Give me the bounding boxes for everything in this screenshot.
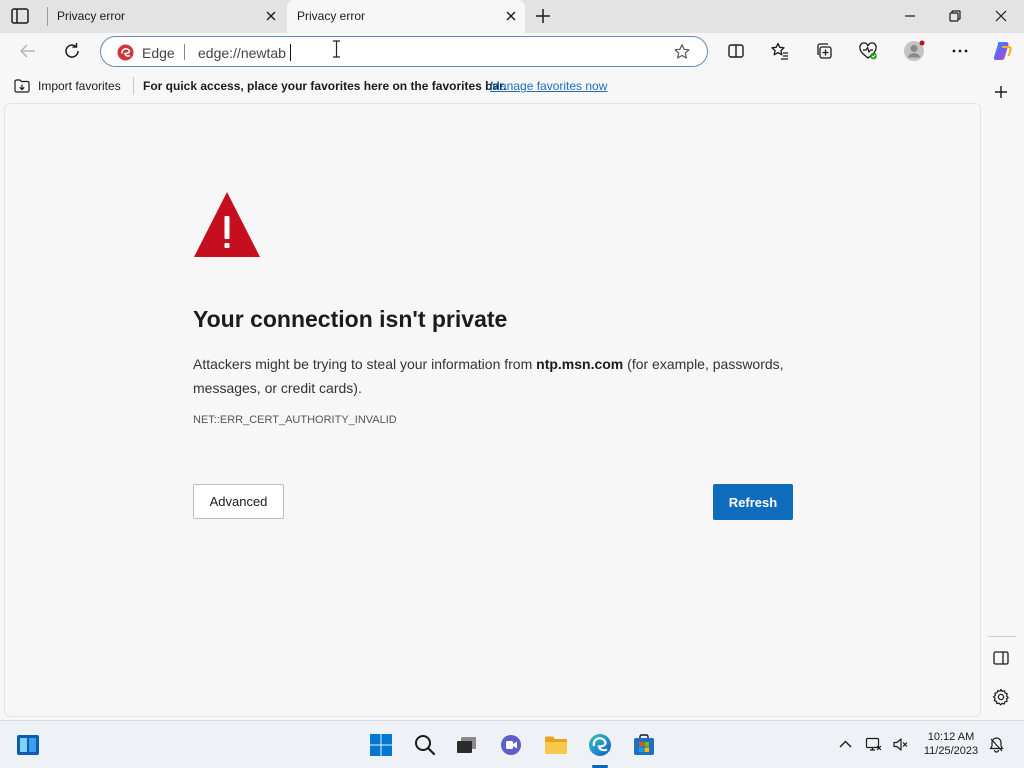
file-explorer-icon[interactable] [544,733,568,757]
close-icon[interactable] [505,10,517,22]
collections-icon[interactable] [814,41,834,61]
tab-privacy-error-2[interactable]: Privacy error [287,0,525,33]
url-text[interactable]: edge://newtab [198,45,286,61]
start-icon[interactable] [369,733,393,757]
copilot-icon[interactable] [990,39,1014,63]
clock-date: 11/25/2023 [923,745,979,757]
refresh-button[interactable]: Refresh [713,484,793,520]
tab-privacy-error-1[interactable]: Privacy error [47,0,285,33]
import-icon[interactable] [13,78,31,93]
notification-icon[interactable] [988,736,1005,753]
address-separator [184,44,185,60]
error-page: Your connection isn't private Attackers … [4,103,981,717]
error-host: ntp.msn.com [536,356,624,372]
error-code: NET::ERR_CERT_AUTHORITY_INVALID [193,414,397,426]
more-icon[interactable] [950,41,970,61]
browser-essentials-icon[interactable] [858,41,878,61]
network-icon[interactable] [865,736,882,753]
tab-actions-icon[interactable] [10,7,30,25]
favorites-bar: Import favorites For quick access, place… [0,70,1024,100]
text-cursor-icon [333,40,340,58]
add-icon[interactable] [992,83,1010,101]
site-info-label[interactable]: Edge [142,45,175,61]
settings-icon[interactable] [992,688,1010,706]
error-title: Your connection isn't private [193,306,508,332]
back-icon[interactable] [18,41,38,61]
favorites-icon[interactable] [770,41,790,61]
taskbar: 10:12 AM 11/25/2023 [0,720,1024,768]
description-prefix: Attackers might be trying to steal your … [193,356,537,372]
clock-time: 10:12 AM [927,731,975,743]
refresh-icon[interactable] [62,41,82,61]
sidebar-toggle-icon[interactable] [992,649,1010,667]
task-view-icon[interactable] [455,733,479,757]
tab-title: Privacy error [57,9,126,23]
address-bar[interactable]: Edge edge://newtab [100,36,708,67]
favorites-separator [133,77,134,95]
edge-logo-icon [117,44,134,61]
widgets-icon[interactable] [16,733,40,757]
toolbar: Edge edge://newtab [0,33,1024,70]
favorites-hint: For quick access, place your favorites h… [143,79,507,93]
sidebar-divider [988,636,1016,637]
tab-title: Privacy error [297,9,366,23]
store-icon[interactable] [632,733,656,757]
chat-icon[interactable] [499,733,523,757]
edge-icon[interactable] [588,733,612,757]
import-favorites-button[interactable]: Import favorites [38,79,121,93]
profile-icon[interactable] [903,40,925,62]
text-caret [290,44,291,61]
error-description: Attackers might be trying to steal your … [193,352,803,400]
advanced-button[interactable]: Advanced [193,484,284,519]
clock[interactable]: 10:12 AM 11/25/2023 [919,730,983,758]
warning-icon [194,192,260,257]
window-close-icon[interactable] [993,8,1009,24]
restore-icon[interactable] [947,8,963,24]
search-icon[interactable] [413,733,437,757]
tab-strip: Privacy error Privacy error [0,0,1024,33]
manage-favorites-link[interactable]: Manage favorites now [490,79,607,93]
split-screen-icon[interactable] [726,41,746,61]
minimize-icon[interactable] [902,8,918,24]
chevron-up-icon[interactable] [837,736,854,753]
favorite-star-icon[interactable] [673,43,691,61]
volume-muted-icon[interactable] [892,736,909,753]
new-tab-icon[interactable] [534,7,552,25]
close-icon[interactable] [265,10,277,22]
